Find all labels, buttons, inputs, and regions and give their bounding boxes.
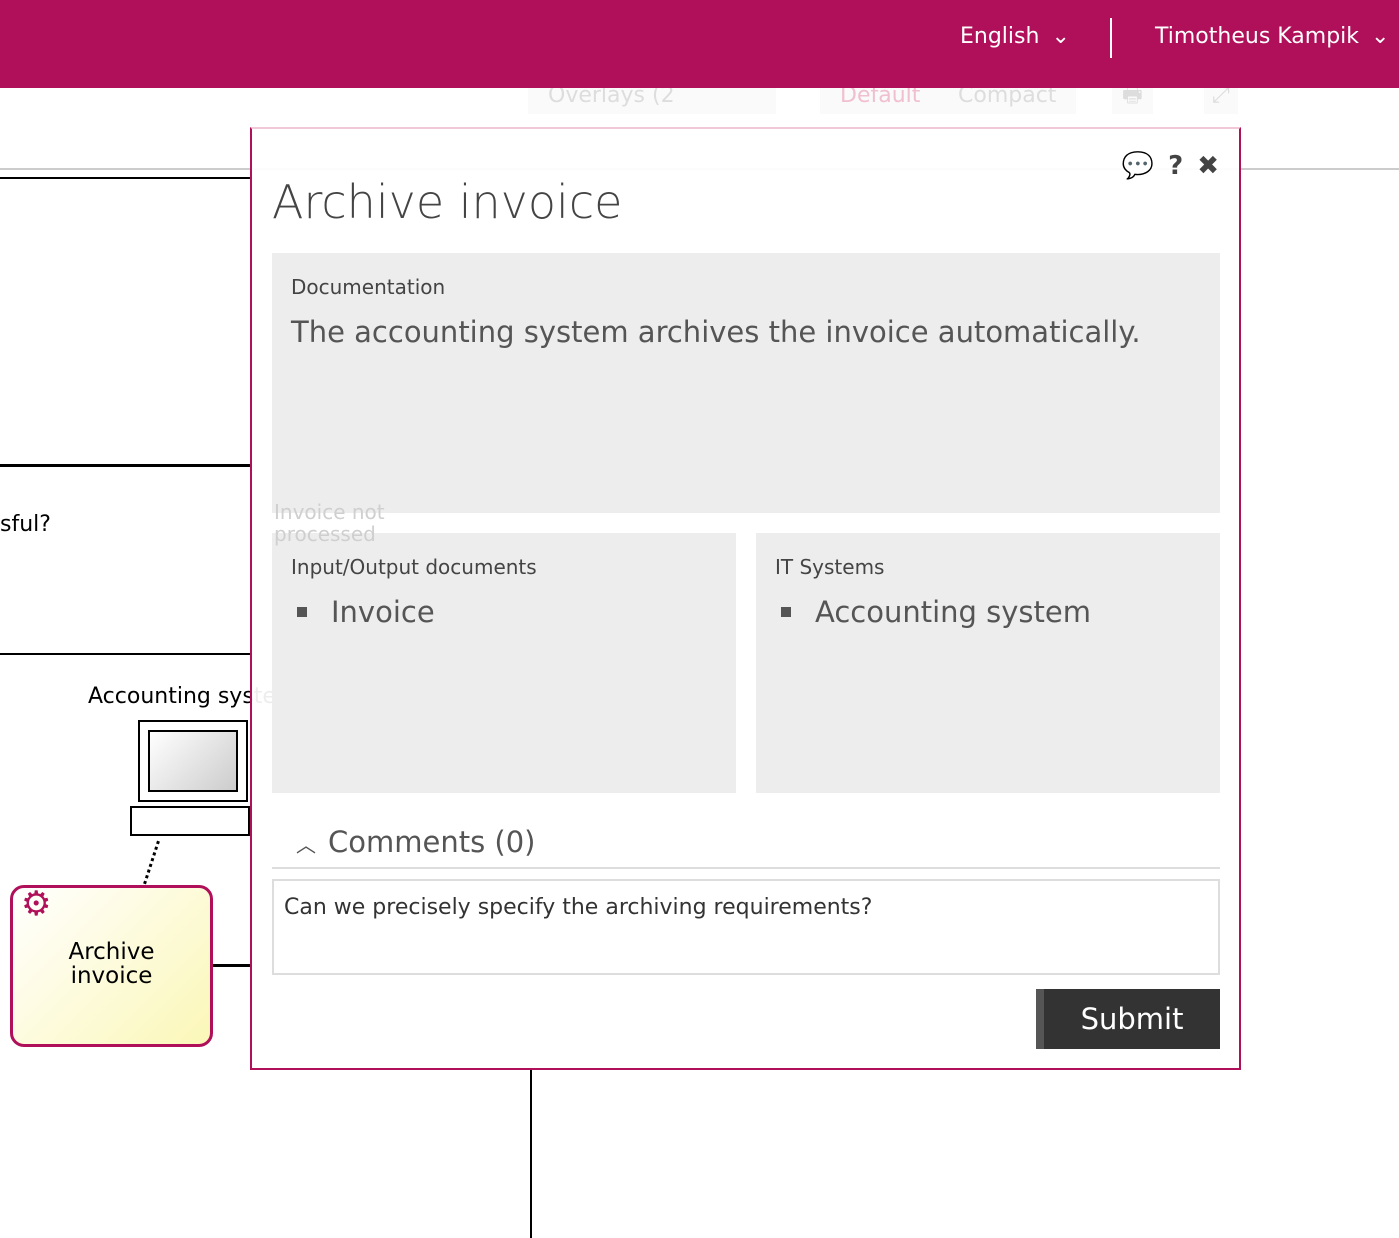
io-item: Invoice <box>331 595 435 629</box>
user-name: Timotheus Kampik <box>1155 24 1360 49</box>
chevron-down-icon: ⌄ <box>1051 24 1070 49</box>
documentation-panel: Documentation The accounting system arch… <box>272 253 1220 513</box>
faded-diagram-label: Invoice not processed <box>274 500 385 546</box>
submit-button[interactable]: Submit <box>1036 989 1220 1049</box>
close-icon[interactable]: ✖ <box>1197 151 1219 181</box>
overlays-dropdown[interactable]: Overlays (2 active) ▾ <box>528 88 776 114</box>
comments-toggle[interactable]: ︿ Comments (0) <box>272 825 1220 869</box>
comments-label: Comments (0) <box>328 825 536 859</box>
it-item: Accounting system <box>815 595 1091 629</box>
documentation-label: Documentation <box>291 275 446 299</box>
diagram-line <box>0 177 250 179</box>
io-label: Input/Output documents <box>291 555 537 579</box>
expand-icon[interactable]: ⤢ <box>1204 88 1238 114</box>
computer-icon <box>130 720 250 838</box>
print-icon[interactable]: 🖶 <box>1112 88 1153 114</box>
documentation-text: The accounting system archives the invoi… <box>291 315 1141 349</box>
submit-label: Submit <box>1080 1002 1184 1036</box>
service-task-gear-icon: ⚙ <box>21 884 52 924</box>
user-menu[interactable]: Timotheus Kampik ⌄ <box>1155 24 1389 49</box>
it-label: IT Systems <box>775 555 885 579</box>
overlays-label: Overlays (2 active) <box>548 88 675 108</box>
language-dropdown[interactable]: English ⌄ <box>960 24 1070 49</box>
it-systems-panel: IT Systems Accounting system <box>756 533 1220 793</box>
comment-input[interactable]: Can we precisely specify the archiving r… <box>272 879 1220 975</box>
modal-title: Archive invoice <box>272 175 623 229</box>
chevron-up-icon: ︿ <box>296 833 316 857</box>
list-item: Invoice <box>297 595 435 629</box>
diagram-line <box>0 653 250 655</box>
compact-button[interactable]: Compact <box>938 88 1077 114</box>
task-archive-invoice[interactable]: ⚙ Archive invoice <box>10 885 213 1047</box>
toolbar: Overlays (2 active) ▾ Default Compact 🖶 … <box>528 88 1248 116</box>
diagram-line <box>0 464 250 467</box>
element-details-modal: 💬 ? ✖ Archive invoice Documentation The … <box>250 127 1241 1070</box>
task-label: Archive invoice <box>68 939 155 989</box>
list-item: Accounting system <box>781 595 1091 629</box>
help-icon[interactable]: ? <box>1168 151 1183 181</box>
top-bar: English ⌄ Timotheus Kampik ⌄ <box>0 0 1399 88</box>
comment-icon[interactable]: 💬 <box>1122 151 1154 181</box>
gateway-label: sful? <box>0 512 51 537</box>
diagram-line <box>530 1070 532 1238</box>
default-button[interactable]: Default <box>820 88 941 114</box>
divider <box>1110 18 1112 58</box>
association-dotted <box>143 840 160 885</box>
diagram-line <box>212 964 252 967</box>
language-label: English <box>960 24 1040 49</box>
io-documents-panel: Input/Output documents Invoice <box>272 533 736 793</box>
chevron-down-icon: ⌄ <box>1371 24 1390 49</box>
